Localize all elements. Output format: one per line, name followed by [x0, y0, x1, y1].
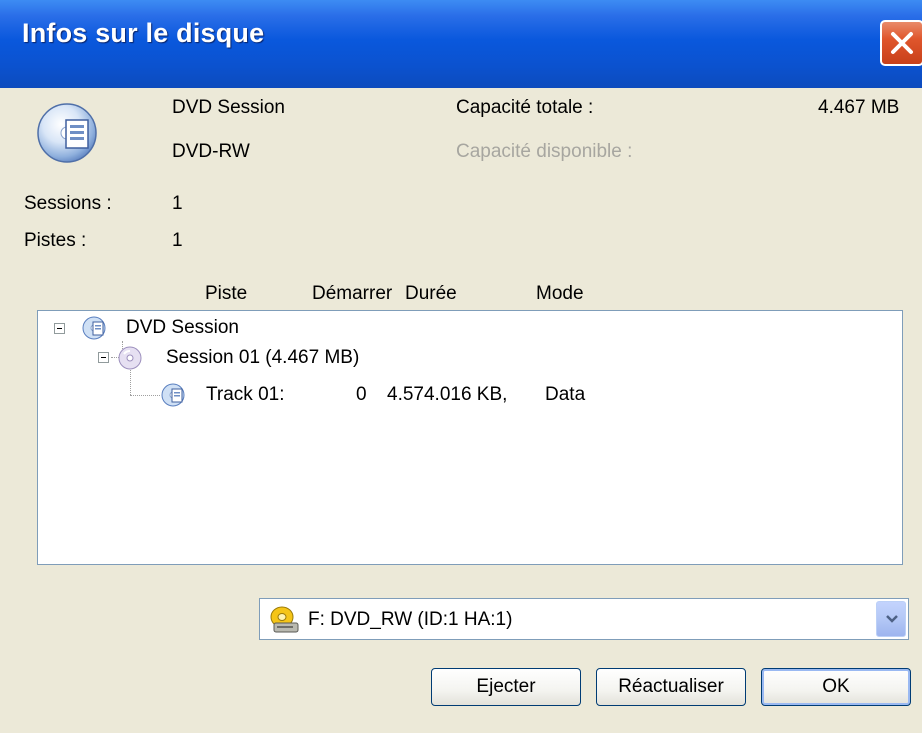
- track-icon: [161, 383, 185, 407]
- available-capacity-label: Capacité disponible :: [456, 141, 633, 162]
- close-icon: [891, 32, 913, 54]
- tracks-tree[interactable]: DVD Session Session 01 (4.467 MB) Track …: [37, 310, 903, 565]
- column-header-demarrer[interactable]: Démarrer: [312, 283, 392, 305]
- dvd-session-icon: [82, 316, 106, 340]
- window-title: Infos sur le disque: [22, 18, 265, 48]
- drive-select[interactable]: F: DVD_RW (ID:1 HA:1): [259, 598, 909, 640]
- tracks-value: 1: [172, 230, 183, 251]
- drive-icon: [270, 606, 299, 633]
- disc-icon: [37, 103, 97, 163]
- total-capacity-value: 4.467 MB: [818, 97, 900, 118]
- disc-icon: [118, 346, 142, 370]
- track-mode: Data: [545, 384, 586, 405]
- title-bar[interactable]: Infos sur le disque: [0, 0, 922, 88]
- sessions-label: Sessions :: [24, 193, 112, 214]
- close-button[interactable]: [880, 20, 922, 66]
- collapse-toggle[interactable]: [54, 323, 65, 334]
- eject-button[interactable]: Ejecter: [431, 668, 581, 706]
- ok-button[interactable]: OK: [761, 668, 911, 706]
- refresh-button[interactable]: Réactualiser: [596, 668, 746, 706]
- disc-name: DVD Session: [172, 97, 285, 118]
- track-duration: 4.574.016 KB,: [387, 384, 508, 405]
- drive-select-value: F: DVD_RW (ID:1 HA:1): [308, 609, 513, 630]
- track-start: 0: [356, 384, 367, 405]
- drive-select-dropdown-button[interactable]: [876, 601, 906, 637]
- tree-item-track[interactable]: Track 01:: [206, 384, 285, 406]
- column-header-mode[interactable]: Mode: [536, 283, 584, 305]
- total-capacity-label: Capacité totale :: [456, 97, 594, 118]
- tracks-label: Pistes :: [24, 230, 87, 251]
- tree-item-root[interactable]: DVD Session: [126, 317, 239, 339]
- disc-type: DVD-RW: [172, 141, 250, 162]
- tree-item-session[interactable]: Session 01 (4.467 MB): [166, 347, 359, 369]
- column-header-duree[interactable]: Durée: [405, 283, 457, 305]
- collapse-toggle[interactable]: [98, 352, 109, 363]
- sessions-value: 1: [172, 193, 183, 214]
- tree-connector: [130, 367, 131, 395]
- tree-connector: [130, 395, 160, 396]
- column-header-piste[interactable]: Piste: [205, 283, 247, 305]
- chevron-down-icon: [886, 615, 898, 623]
